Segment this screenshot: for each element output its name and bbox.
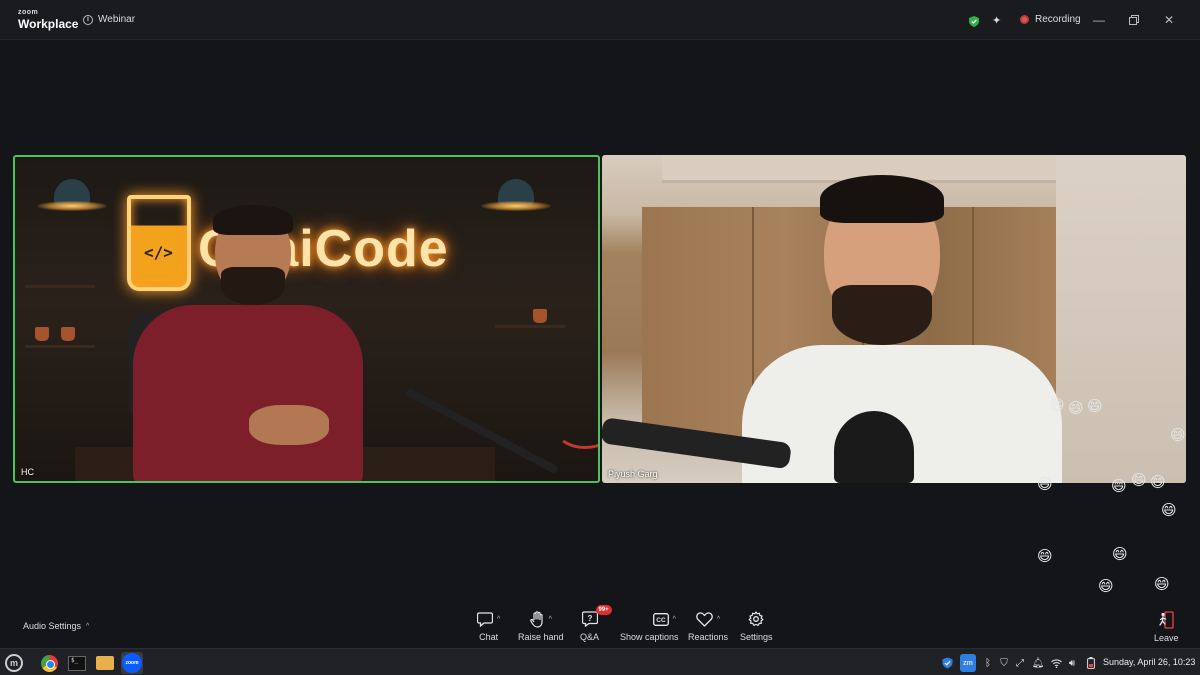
audio-settings-label: Audio Settings: [23, 621, 82, 631]
shelf: [25, 345, 95, 348]
video-tile-hc[interactable]: </> ChaiCode HC: [13, 155, 600, 483]
raise-hand-button[interactable]: ^ Raise hand: [518, 610, 564, 642]
recording-dot-icon: [1020, 15, 1029, 24]
reactions-label: Reactions: [688, 632, 729, 642]
files-taskbar-button[interactable]: [94, 652, 116, 674]
webinar-info[interactable]: i Webinar: [83, 14, 135, 25]
qa-label: Q&A: [580, 632, 600, 642]
gear-icon: [748, 611, 764, 626]
zoom-workplace-logo: zoom Workplace: [18, 9, 78, 30]
plant-pot: [61, 327, 75, 341]
recording-label: Recording: [1035, 14, 1081, 25]
laughing-reaction-emoji: 😄: [1150, 474, 1166, 491]
laughing-reaction-emoji: 😄: [1112, 546, 1128, 563]
show-captions-button[interactable]: CC ^ Show captions: [620, 610, 679, 642]
wifi-icon[interactable]: [1050, 654, 1062, 672]
show-captions-label: Show captions: [620, 632, 679, 642]
linux-mint-logo-icon: m: [5, 654, 23, 672]
zoom-tray-icon[interactable]: zm: [960, 654, 976, 672]
laughing-reaction-emoji: 😄: [1068, 400, 1084, 417]
raise-hand-options-chevron-icon[interactable]: ^: [549, 616, 552, 623]
laughing-reaction-emoji: 😄: [1154, 576, 1170, 593]
zoom-taskbar-button[interactable]: zoom: [121, 652, 143, 674]
folder-icon: [96, 656, 114, 670]
laughing-reaction-emoji: 😄: [1087, 398, 1103, 415]
video-tile-piyush-garg[interactable]: Piyush Garg: [602, 155, 1186, 483]
webinar-label: Webinar: [98, 14, 136, 25]
laughing-reaction-emoji: 😄: [1037, 476, 1053, 493]
update-manager-icon[interactable]: ⤢: [1014, 654, 1026, 672]
recording-indicator[interactable]: Recording: [1020, 14, 1081, 25]
minimize-button[interactable]: —: [1090, 11, 1108, 29]
leave-button[interactable]: Leave: [1154, 611, 1179, 643]
restore-button[interactable]: [1125, 11, 1143, 29]
terminal-taskbar-button[interactable]: $_: [66, 652, 88, 674]
microphone-cable: [555, 409, 598, 449]
heart-icon: [696, 611, 713, 627]
title-bar: zoom Workplace i Webinar ✦ Recording — ✕: [0, 0, 1200, 40]
os-taskbar: m $_ zoom zm ᛒ ⛉ ⤢ 🔔︎ 🔊︎ Sunday, April 2…: [0, 648, 1200, 675]
plant-pot: [35, 327, 49, 341]
participant-name-label: HC: [21, 467, 34, 477]
settings-label: Settings: [740, 632, 773, 642]
raise-hand-icon: [529, 610, 543, 628]
laughing-reaction-emoji: 😄: [1131, 472, 1147, 489]
laughing-reaction-emoji: 😄: [1161, 502, 1177, 519]
settings-button[interactable]: Settings: [740, 610, 773, 642]
leave-door-icon: [1159, 611, 1174, 629]
microphone: [834, 411, 914, 483]
qa-button[interactable]: ? 99+ Q&A: [580, 605, 612, 642]
laughing-reaction-emoji: 😄: [1049, 397, 1065, 414]
reactions-button[interactable]: ^ Reactions: [688, 610, 728, 642]
info-icon: i: [83, 14, 93, 25]
laughing-reaction-emoji: 😄: [1037, 548, 1053, 565]
svg-text:CC: CC: [656, 617, 666, 624]
reactions-options-chevron-icon[interactable]: ^: [717, 616, 720, 623]
qa-count-badge: 99+: [595, 605, 612, 615]
closed-captions-icon: CC: [652, 612, 669, 626]
security-shield-icon[interactable]: [969, 14, 979, 32]
security-tray-icon[interactable]: [939, 654, 955, 672]
logo-top-text: zoom: [18, 9, 39, 16]
chevron-up-icon: ^: [86, 622, 90, 630]
volume-icon[interactable]: 🔊︎: [1066, 654, 1078, 672]
shelf: [25, 285, 95, 288]
chrome-taskbar-button[interactable]: [38, 652, 60, 674]
shield-tray-icon[interactable]: ⛉: [998, 654, 1010, 672]
zoom-app-icon: zoom: [122, 653, 142, 673]
shelf: [495, 325, 565, 328]
laughing-reaction-emoji: 😄: [1111, 478, 1127, 495]
chat-label: Chat: [479, 632, 499, 642]
chat-button[interactable]: ^ Chat: [477, 610, 500, 642]
chat-options-chevron-icon[interactable]: ^: [497, 616, 500, 623]
participant-video-hc: [133, 205, 363, 481]
pendant-lamp: [481, 171, 551, 229]
participant-name-label: Piyush Garg: [608, 469, 658, 479]
captions-options-chevron-icon[interactable]: ^: [673, 616, 676, 623]
notifications-bell-icon[interactable]: 🔔︎: [1032, 654, 1045, 672]
audio-settings-button[interactable]: Audio Settings ^: [23, 621, 89, 631]
qa-icon: ?: [581, 611, 598, 627]
ai-companion-icon[interactable]: ✦: [992, 14, 1001, 27]
raise-hand-label: Raise hand: [518, 632, 564, 642]
system-clock[interactable]: Sunday, April 26, 10:23: [1103, 657, 1195, 667]
wall: [1056, 155, 1186, 483]
plant-pot: [533, 309, 547, 323]
close-window-button[interactable]: ✕: [1160, 11, 1178, 29]
leave-label: Leave: [1154, 633, 1179, 643]
terminal-icon: $_: [68, 655, 86, 671]
pendant-lamp: [37, 171, 107, 229]
laughing-reaction-emoji: 😄: [1098, 578, 1114, 595]
battery-icon[interactable]: [1085, 654, 1097, 672]
bluetooth-icon[interactable]: ᛒ: [982, 654, 994, 672]
chat-icon: [477, 611, 493, 627]
start-menu-button[interactable]: m: [3, 652, 25, 674]
logo-main-text: Workplace: [18, 17, 79, 31]
laughing-reaction-emoji: 😄: [1170, 427, 1186, 444]
svg-text:?: ?: [587, 614, 592, 623]
chrome-icon: [40, 654, 58, 672]
